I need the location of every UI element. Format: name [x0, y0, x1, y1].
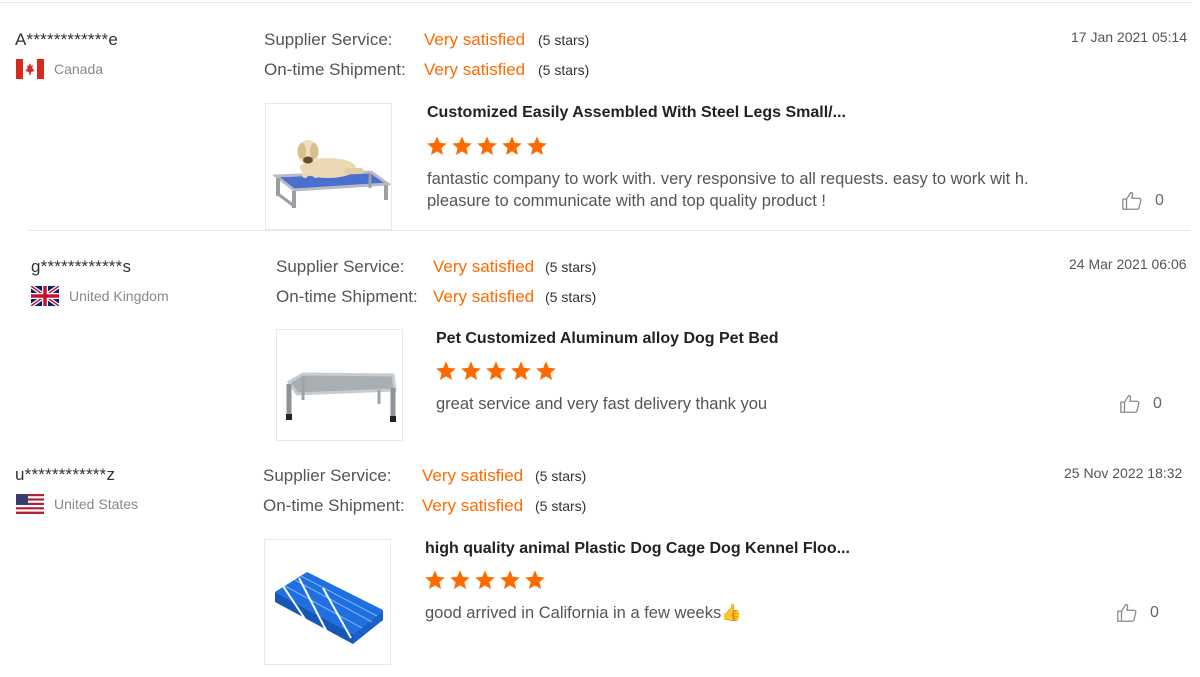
supplier-service-rating: Very satisfied	[433, 257, 535, 276]
review-comment: fantastic company to work with. very res…	[427, 170, 1029, 210]
ontime-shipment-label: On-time Shipment:	[276, 287, 418, 306]
review-comment: great service and very fast delivery tha…	[436, 395, 768, 413]
review-divider	[28, 230, 1190, 231]
thumbs-up-icon	[1120, 394, 1140, 413]
star-icon	[477, 136, 497, 155]
thumbs-up-icon	[1122, 191, 1142, 210]
star-icon	[425, 570, 445, 589]
country-name: United Kingdom	[69, 288, 169, 304]
ontime-shipment-rating: Very satisfied	[422, 496, 524, 515]
reviewer-name: A************e	[15, 30, 118, 49]
supplier-service-label: Supplier Service:	[276, 257, 405, 276]
review-item: u************z United States Supplier Se…	[0, 442, 1200, 677]
ontime-shipment-label: On-time Shipment:	[263, 496, 405, 515]
reviewer-country: United Kingdom	[31, 286, 169, 306]
star-icon	[502, 136, 522, 155]
reviewer-country: United States	[16, 494, 138, 514]
ontime-shipment-stars: (5 stars)	[535, 498, 587, 514]
like-count: 0	[1155, 192, 1164, 209]
grey-pet-bed-image	[277, 330, 402, 440]
reviewer-name: g************s	[31, 257, 132, 276]
star-icon	[436, 361, 456, 380]
supplier-service-label: Supplier Service:	[263, 466, 392, 485]
like-button[interactable]: 0	[1119, 393, 1162, 415]
supplier-service-stars: (5 stars)	[535, 468, 587, 484]
supplier-service-stars: (5 stars)	[545, 259, 597, 275]
rating-stars	[426, 135, 548, 157]
country-name: United States	[54, 496, 139, 512]
thumbs-up-icon	[1117, 603, 1137, 622]
star-icon	[427, 136, 447, 155]
ontime-shipment-stars: (5 stars)	[545, 289, 597, 305]
review-date: 24 Mar 2021 06:06	[1069, 256, 1187, 272]
product-thumbnail[interactable]	[276, 329, 403, 441]
supplier-service-label: Supplier Service:	[264, 30, 393, 49]
like-button[interactable]: 0	[1116, 602, 1159, 624]
reviewer-name: u************z	[15, 465, 116, 484]
star-icon	[511, 361, 531, 380]
star-icon	[450, 570, 470, 589]
review-comment: good arrived in California in a few week…	[425, 604, 742, 622]
ontime-shipment-stars: (5 stars)	[538, 62, 590, 78]
reviewer-country: Canada	[16, 59, 103, 79]
uk-flag-icon	[31, 286, 59, 306]
like-count: 0	[1150, 604, 1159, 621]
like-button[interactable]: 0	[1121, 190, 1164, 212]
ontime-shipment-label: On-time Shipment:	[264, 60, 406, 79]
star-icon	[525, 570, 545, 589]
star-icon	[500, 570, 520, 589]
country-name: Canada	[54, 61, 104, 77]
review-date: 25 Nov 2022 18:32	[1064, 465, 1183, 481]
ontime-shipment-rating: Very satisfied	[424, 60, 526, 79]
star-icon	[461, 361, 481, 380]
product-thumbnail[interactable]	[265, 103, 392, 230]
blue-plastic-floor-image	[265, 540, 390, 664]
star-icon	[536, 361, 556, 380]
supplier-service-rating: Very satisfied	[422, 466, 524, 485]
star-icon	[486, 361, 506, 380]
review-item: A************e Canada Supplier Service: …	[0, 0, 1200, 232]
product-title[interactable]: high quality animal Plastic Dog Cage Dog…	[425, 540, 850, 558]
rating-stars	[435, 360, 557, 382]
canada-flag-icon	[16, 59, 44, 79]
ontime-shipment-rating: Very satisfied	[433, 287, 535, 306]
review-date: 17 Jan 2021 05:14	[1071, 29, 1187, 45]
rating-stars	[424, 569, 546, 591]
star-icon	[452, 136, 472, 155]
star-icon	[527, 136, 547, 155]
review-item: g************s United Kingdom Supplier S…	[0, 232, 1200, 442]
like-count: 0	[1153, 395, 1162, 412]
us-flag-icon	[16, 494, 44, 514]
supplier-service-rating: Very satisfied	[424, 30, 526, 49]
product-title[interactable]: Pet Customized Aluminum alloy Dog Pet Be…	[436, 330, 779, 348]
star-icon	[475, 570, 495, 589]
product-thumbnail[interactable]	[264, 539, 391, 665]
product-title[interactable]: Customized Easily Assembled With Steel L…	[427, 104, 846, 122]
dog-on-blue-cot-image	[266, 104, 391, 229]
supplier-service-stars: (5 stars)	[538, 32, 590, 48]
